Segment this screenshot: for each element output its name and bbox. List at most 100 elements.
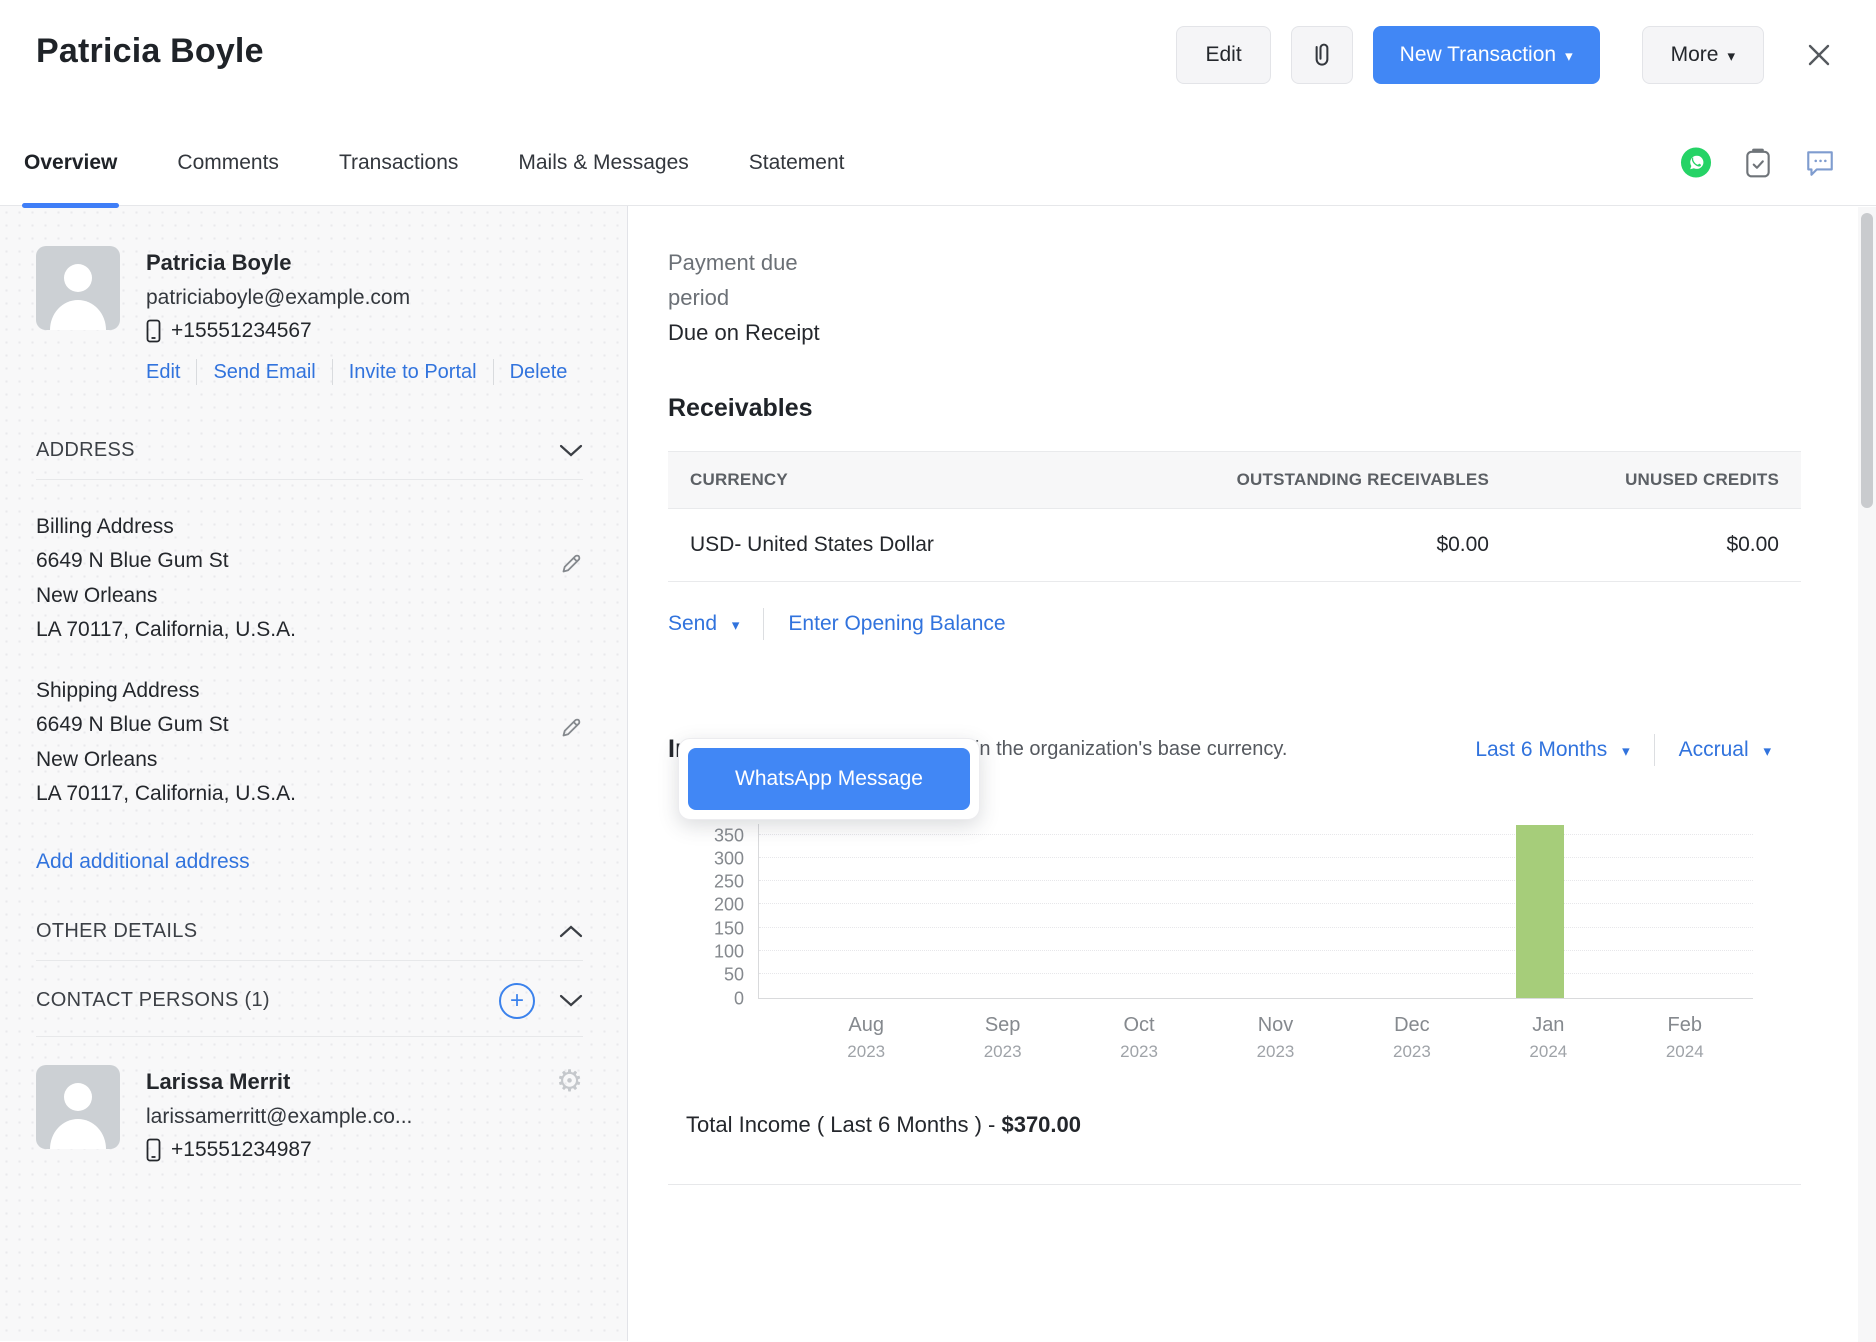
bar-jan-2024[interactable]: [1516, 825, 1564, 997]
column-header-unused-credits: UNUSED CREDITS: [1511, 452, 1801, 508]
y-tick-label: 300: [714, 848, 744, 869]
avatar: [36, 1065, 120, 1149]
edit-contact-link[interactable]: Edit: [146, 361, 180, 384]
contact-sidebar: Patricia Boyle patriciaboyle@example.com…: [0, 206, 628, 1341]
whatsapp-message-menu-item[interactable]: WhatsApp Message: [688, 748, 970, 810]
total-income-value: $370.00: [1001, 1112, 1081, 1137]
close-icon[interactable]: [1798, 34, 1840, 76]
primary-contact-info: Patricia Boyle patriciaboyle@example.com…: [146, 246, 410, 343]
x-tick-label-nov-2023: Nov2023: [1207, 1011, 1343, 1065]
receivables-table: CURRENCY OUTSTANDING RECEIVABLES UNUSED …: [668, 451, 1801, 582]
bar-slot-aug-2023: [759, 824, 901, 998]
send-dropdown[interactable]: Send ▾: [668, 612, 739, 636]
bar-slot-nov-2023: [1185, 824, 1327, 998]
tab-label: Comments: [177, 151, 279, 175]
mobile-phone-icon: [146, 1138, 161, 1162]
tab-transactions[interactable]: Transactions: [339, 120, 458, 206]
whatsapp-icon[interactable]: [1680, 147, 1712, 179]
billing-address-block: Billing Address 6649 N Blue Gum St New O…: [36, 510, 583, 648]
contact-quick-actions: Edit Send Email Invite to Portal Delete: [146, 359, 583, 385]
gear-icon[interactable]: ⚙: [556, 1067, 583, 1162]
contact-persons-section-header[interactable]: CONTACT PERSONS (1) +: [36, 983, 583, 1019]
shipping-address-block: Shipping Address 6649 N Blue Gum St New …: [36, 674, 583, 812]
tab-overview[interactable]: Overview: [24, 120, 117, 206]
cell-currency: USD- United States Dollar: [668, 509, 1081, 581]
x-tick-label-aug-2023: Aug2023: [798, 1011, 934, 1065]
x-tick-label-dec-2023: Dec2023: [1344, 1011, 1480, 1065]
other-details-section-header[interactable]: OTHER DETAILS: [36, 920, 583, 943]
other-details-title: OTHER DETAILS: [36, 920, 197, 943]
x-tick-label-feb-2024: Feb2024: [1617, 1011, 1753, 1065]
edit-shipping-address-pencil-icon[interactable]: [560, 716, 583, 812]
billing-address-line3: LA 70117, California, U.S.A.: [36, 613, 296, 647]
new-transaction-button[interactable]: New Transaction ▾: [1373, 26, 1600, 84]
divider: [36, 1036, 583, 1037]
y-tick-label: 200: [714, 895, 744, 916]
invite-to-portal-link[interactable]: Invite to Portal: [349, 361, 477, 384]
shipping-address-line1: 6649 N Blue Gum St: [36, 708, 296, 742]
income-bar-chart: 050100150200250300350: [668, 824, 1876, 999]
table-row: USD- United States Dollar $0.00 $0.00: [668, 509, 1801, 582]
send-email-link[interactable]: Send Email: [213, 361, 315, 384]
payment-due-label: Payment due period: [668, 246, 1876, 316]
y-tick-label: 50: [724, 965, 744, 986]
attachment-button[interactable]: [1291, 26, 1353, 84]
shipping-address-line2: New Orleans: [36, 743, 296, 777]
delete-contact-link[interactable]: Delete: [510, 361, 568, 384]
tab-bar-icons: [1680, 147, 1836, 179]
more-button[interactable]: More ▾: [1642, 26, 1764, 84]
divider: [668, 1184, 1801, 1185]
total-income-text: Total Income ( Last 6 Months ) -: [686, 1112, 1001, 1137]
tab-label: Statement: [749, 151, 845, 175]
divider: [332, 359, 333, 385]
page-title: Patricia Boyle: [36, 32, 264, 71]
add-contact-person-icon[interactable]: +: [499, 983, 535, 1019]
caret-down-icon: ▾: [1622, 743, 1630, 760]
contact-email: patriciaboyle@example.com: [146, 286, 410, 310]
x-tick-label-sep-2023: Sep2023: [934, 1011, 1070, 1065]
new-transaction-label: New Transaction: [1400, 43, 1556, 67]
header: Patricia Boyle Edit New Transaction ▾ Mo…: [0, 0, 1876, 120]
edit-billing-address-pencil-icon[interactable]: [560, 552, 583, 648]
tab-comments[interactable]: Comments: [177, 120, 279, 206]
column-header-outstanding-receivables: OUTSTANDING RECEIVABLES: [1081, 452, 1511, 508]
accounting-basis-dropdown[interactable]: Accrual ▾: [1679, 738, 1771, 762]
y-tick-label: 250: [714, 872, 744, 893]
payment-due-value: Due on Receipt: [668, 320, 1876, 346]
bars: [759, 824, 1753, 998]
caret-down-icon: ▾: [732, 617, 740, 634]
mobile-phone-icon: [146, 319, 161, 343]
comments-chat-icon[interactable]: [1804, 147, 1836, 179]
contact-phone: +15551234567: [146, 319, 410, 343]
billing-address-line2: New Orleans: [36, 579, 296, 613]
y-tick-label: 0: [734, 988, 744, 1009]
address-section-header[interactable]: ADDRESS: [36, 439, 583, 462]
cell-outstanding: $0.00: [1081, 509, 1511, 581]
tasks-clipboard-icon[interactable]: [1742, 147, 1774, 179]
x-axis: Aug2023Sep2023Oct2023Nov2023Dec2023Jan20…: [798, 1011, 1753, 1065]
contact-person-phone-number: +15551234987: [171, 1138, 312, 1162]
enter-opening-balance-link[interactable]: Enter Opening Balance: [788, 612, 1005, 636]
y-tick-label: 350: [714, 825, 744, 846]
avatar: [36, 246, 120, 330]
y-axis: 050100150200250300350: [668, 824, 758, 999]
edit-button[interactable]: Edit: [1176, 26, 1270, 84]
scrollbar-thumb[interactable]: [1861, 213, 1873, 508]
scrollbar-track[interactable]: [1858, 207, 1876, 1342]
date-range-dropdown[interactable]: Last 6 Months ▾: [1475, 738, 1629, 762]
chart-plot-area: [758, 824, 1753, 999]
tab-bar: Overview Comments Transactions Mails & M…: [0, 120, 1876, 206]
tab-label: Overview: [24, 151, 117, 175]
y-tick-label: 100: [714, 941, 744, 962]
tab-mails-messages[interactable]: Mails & Messages: [518, 120, 688, 206]
chevron-down-icon: [559, 994, 583, 1007]
x-tick-label-oct-2023: Oct2023: [1071, 1011, 1207, 1065]
shipping-address-label: Shipping Address: [36, 674, 296, 708]
contact-person-info: Larissa Merrit larissamerritt@example.co…: [146, 1065, 412, 1162]
contact-name: Patricia Boyle: [146, 250, 410, 276]
caret-down-icon: ▾: [1763, 743, 1771, 760]
contact-person-card: Larissa Merrit larissamerritt@example.co…: [36, 1065, 583, 1162]
tab-statement[interactable]: Statement: [749, 120, 845, 206]
add-additional-address-link[interactable]: Add additional address: [36, 850, 250, 874]
bar-slot-feb-2024: [1611, 824, 1753, 998]
